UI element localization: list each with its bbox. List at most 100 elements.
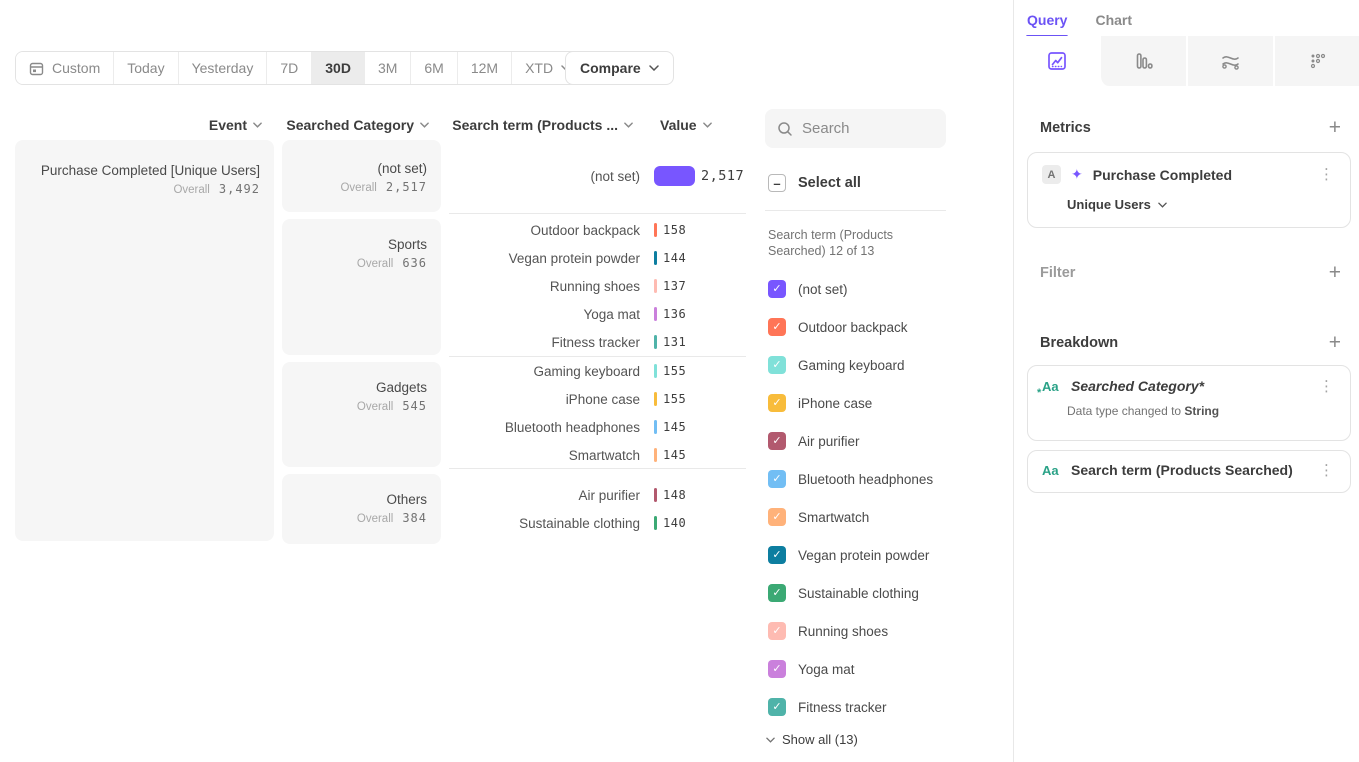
string-property-icon: Aa (1042, 463, 1061, 478)
search-term-row[interactable]: Running shoes 137 (449, 272, 746, 300)
event-card[interactable]: Purchase Completed [Unique Users] Overal… (15, 140, 274, 541)
legend-item[interactable]: Air purifier (768, 422, 1007, 460)
metric-event-name: Purchase Completed (1093, 167, 1305, 183)
value-number: 155 (663, 392, 686, 406)
breakdown-card-search-term[interactable]: Aa Search term (Products Searched) ⋮ (1027, 450, 1351, 493)
value-number: 145 (663, 448, 686, 462)
series-badge: A (1042, 165, 1061, 184)
legend-checkbox[interactable] (768, 508, 786, 526)
select-all-row[interactable]: Select all (768, 174, 861, 192)
legend-checkbox[interactable] (768, 584, 786, 602)
tab-funnels[interactable] (1099, 36, 1186, 86)
search-term-row[interactable]: Outdoor backpack 158 (449, 216, 746, 244)
legend-item[interactable]: Fitness tracker (768, 688, 1007, 726)
value-number: 155 (663, 364, 686, 378)
legend-item[interactable]: (not set) (768, 270, 1007, 308)
legend-checkbox[interactable] (768, 470, 786, 488)
search-term-row[interactable]: Gaming keyboard 155 (449, 357, 746, 385)
legend-checkbox[interactable] (768, 394, 786, 412)
tab-retention[interactable] (1273, 36, 1359, 86)
column-header-label: Value (660, 117, 697, 133)
legend-checkbox[interactable] (768, 546, 786, 564)
date-range-label: Yesterday (192, 60, 254, 76)
search-term-row[interactable]: Smartwatch 145 (449, 441, 746, 469)
legend-item[interactable]: Running shoes (768, 612, 1007, 650)
column-header-label: Event (209, 117, 247, 133)
metric-card[interactable]: A ✦ Purchase Completed ⋮ Unique Users (1027, 152, 1351, 228)
legend-item[interactable]: Outdoor backpack (768, 308, 1007, 346)
category-group: Sports Overall 636 Outdoor backpack 158 … (282, 219, 746, 355)
value-bar (654, 335, 657, 349)
column-header-value[interactable]: Value (660, 117, 720, 133)
aggregation-selector[interactable]: Unique Users (1067, 197, 1151, 212)
category-card[interactable]: Gadgets Overall 545 (282, 362, 441, 467)
legend-checkbox[interactable] (768, 318, 786, 336)
search-term-row[interactable]: Sustainable clothing 140 (449, 509, 746, 537)
tab-flows[interactable] (1186, 36, 1273, 86)
legend-item[interactable]: Sustainable clothing (768, 574, 1007, 612)
overall-label: Overall (357, 401, 393, 413)
panel-tabs: Query Chart (1026, 8, 1133, 32)
search-term-row[interactable]: Bluetooth headphones 145 (449, 413, 746, 441)
date-range-option[interactable]: 7D (266, 52, 311, 84)
overall-label: Overall (173, 184, 209, 196)
date-range-option[interactable]: 6M (410, 52, 456, 84)
date-range-option[interactable]: Today (113, 52, 177, 84)
column-header-searched-category[interactable]: Searched Category (282, 117, 429, 133)
legend-checkbox[interactable] (768, 622, 786, 640)
add-breakdown-button[interactable]: + (1327, 332, 1343, 353)
column-header-search-term[interactable]: Search term (Products ... (449, 117, 633, 133)
column-header-label: Searched Category (286, 117, 414, 133)
kebab-menu-icon[interactable]: ⋮ (1315, 379, 1338, 394)
date-range-option[interactable]: 3M (364, 52, 410, 84)
legend-item[interactable]: Yoga mat (768, 650, 1007, 688)
search-term-label: iPhone case (449, 392, 640, 407)
date-range-option[interactable]: Yesterday (178, 52, 267, 84)
legend-search-input[interactable] (802, 120, 922, 137)
legend-item[interactable]: Smartwatch (768, 498, 1007, 536)
compare-button[interactable]: Compare (565, 51, 674, 85)
legend-item[interactable]: Vegan protein powder (768, 536, 1007, 574)
kebab-menu-icon[interactable]: ⋮ (1315, 463, 1338, 478)
category-card[interactable]: Others Overall 384 (282, 474, 441, 544)
date-range-option[interactable]: 12M (457, 52, 511, 84)
legend-checkbox[interactable] (768, 356, 786, 374)
date-range-label: 7D (280, 60, 298, 76)
search-term-row[interactable]: Fitness tracker 131 (449, 328, 746, 356)
category-group: (not set) Overall 2,517 (not set) 2,517 (282, 140, 746, 212)
search-term-row[interactable]: (not set) 2,517 (449, 162, 746, 190)
legend-item[interactable]: iPhone case (768, 384, 1007, 422)
select-all-checkbox[interactable] (768, 174, 786, 192)
search-term-row[interactable]: Yoga mat 136 (449, 300, 746, 328)
legend-item-label: iPhone case (798, 396, 872, 411)
search-term-label: Smartwatch (449, 448, 640, 463)
chevron-down-icon (649, 65, 659, 71)
category-card[interactable]: (not set) Overall 2,517 (282, 140, 441, 212)
add-metric-button[interactable]: + (1327, 117, 1343, 138)
search-term-label: Vegan protein powder (449, 251, 640, 266)
legend-search-box[interactable] (765, 109, 946, 148)
show-all-link[interactable]: Show all (13) (766, 732, 858, 747)
legend-checkbox[interactable] (768, 280, 786, 298)
search-term-row[interactable]: Vegan protein powder 144 (449, 244, 746, 272)
column-header-event[interactable]: Event (15, 117, 262, 133)
legend-checkbox[interactable] (768, 660, 786, 678)
legend-item[interactable]: Gaming keyboard (768, 346, 1007, 384)
legend-item[interactable]: Bluetooth headphones (768, 460, 1007, 498)
breakdown-card-searched-category[interactable]: Aa Searched Category* ⋮ Data type change… (1027, 365, 1351, 441)
panel-tab[interactable]: Query (1026, 8, 1068, 32)
note-text: Data type changed to (1067, 404, 1184, 418)
date-range-label: 6M (424, 60, 443, 76)
add-filter-button[interactable]: + (1327, 262, 1343, 283)
string-property-icon: Aa (1042, 379, 1061, 394)
legend-checkbox[interactable] (768, 698, 786, 716)
category-card[interactable]: Sports Overall 636 (282, 219, 441, 355)
date-range-option[interactable]: Custom (16, 52, 113, 84)
search-term-row[interactable]: Air purifier 148 (449, 481, 746, 509)
search-term-row[interactable]: iPhone case 155 (449, 385, 746, 413)
tab-insights[interactable] (1014, 36, 1099, 86)
date-range-option[interactable]: 30D (311, 52, 364, 84)
panel-tab[interactable]: Chart (1094, 8, 1133, 32)
kebab-menu-icon[interactable]: ⋮ (1315, 167, 1338, 182)
legend-checkbox[interactable] (768, 432, 786, 450)
